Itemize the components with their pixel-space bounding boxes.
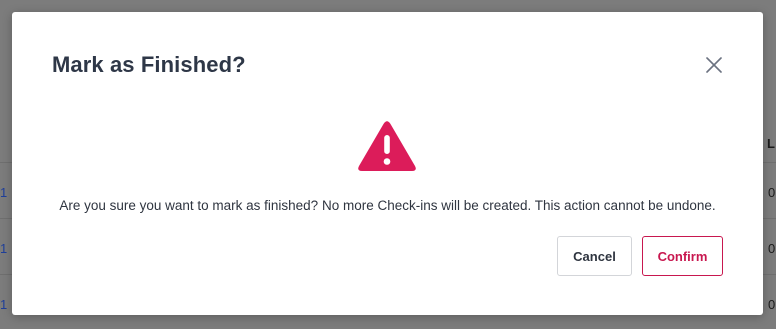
close-icon xyxy=(706,57,722,73)
table-cell: 0 xyxy=(768,241,776,256)
confirm-button[interactable]: Confirm xyxy=(642,236,723,276)
confirm-dialog: Mark as Finished? Are you sure you want … xyxy=(12,12,763,315)
table-cell: 0 xyxy=(768,297,776,312)
cancel-button[interactable]: Cancel xyxy=(557,236,632,276)
table-cell: 0 xyxy=(768,185,776,200)
table-row-link[interactable]: 1 xyxy=(0,297,7,312)
dialog-message: Are you sure you want to mark as finishe… xyxy=(59,198,716,213)
table-row-link[interactable]: 1 xyxy=(0,185,7,200)
warning-triangle-icon xyxy=(358,121,416,171)
close-button[interactable] xyxy=(702,53,726,77)
table-column-header: L xyxy=(767,136,775,151)
table-row-link[interactable]: 1 xyxy=(0,241,7,256)
dialog-title: Mark as Finished? xyxy=(52,52,246,77)
